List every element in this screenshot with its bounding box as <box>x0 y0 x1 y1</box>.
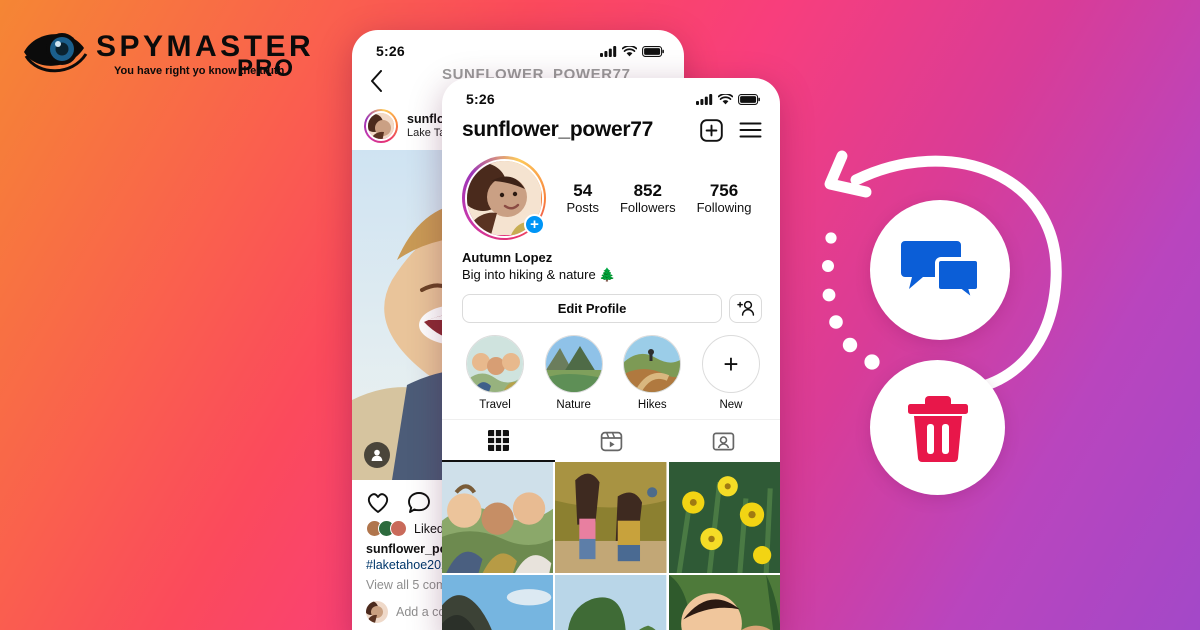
post-thumbnail <box>555 575 667 630</box>
post-thumbnail <box>668 461 780 574</box>
signal-bars-icon <box>600 45 617 57</box>
comment-icon[interactable] <box>407 491 431 514</box>
battery-icon <box>642 45 664 57</box>
profile-tab-bar <box>442 418 780 462</box>
status-time: 5:26 <box>376 43 405 59</box>
avatar-image <box>366 601 388 623</box>
avatar-image <box>368 113 394 139</box>
profile-bio: Autumn Lopez Big into hiking & nature 🌲 <box>442 240 780 284</box>
liked-by-avatars <box>366 520 407 537</box>
tab-tagged[interactable] <box>667 420 780 462</box>
stat-posts-label: Posts <box>566 200 599 216</box>
post-author-avatar-ring[interactable] <box>364 109 398 143</box>
highlight-label: Hikes <box>637 398 667 411</box>
trail-dot <box>825 232 837 244</box>
stat-followers-label: Followers <box>619 200 676 216</box>
trail-dot <box>864 354 880 370</box>
status-time: 5:26 <box>466 91 495 107</box>
grid-post-1[interactable] <box>442 461 554 574</box>
add-person-icon <box>736 301 754 317</box>
highlight-label: Nature <box>556 398 591 411</box>
grid-post-4[interactable] <box>442 575 554 630</box>
highlight-cover <box>623 334 682 393</box>
stat-posts-count: 54 <box>573 180 593 200</box>
post-thumbnail <box>442 461 554 574</box>
trail-dot <box>829 315 843 329</box>
trail-dot <box>822 260 834 272</box>
highlight-label: New <box>719 398 743 411</box>
chevron-left-icon <box>371 70 382 92</box>
grid-post-2[interactable] <box>555 461 667 574</box>
tab-reels[interactable] <box>555 420 668 462</box>
stat-group: 54 Posts 852 Followers 756 Following <box>546 181 762 216</box>
profile-stats-row: + 54 Posts 852 Followers 756 Following <box>442 152 780 240</box>
spymaster-pro-logo: SPYMASTER PRO You have right yo know the… <box>22 22 322 84</box>
highlight-image <box>624 335 681 392</box>
current-user-avatar <box>366 601 388 623</box>
highlight-travel[interactable]: Travel <box>464 334 526 411</box>
liker-avatar <box>390 520 407 537</box>
stat-followers[interactable]: 852 Followers <box>620 181 676 216</box>
highlight-image <box>545 335 602 392</box>
wifi-icon <box>718 93 733 104</box>
profile-bio-text: Big into hiking & nature 🌲 <box>462 266 616 282</box>
profile-action-buttons: Edit Profile <box>442 284 780 323</box>
profile-header: sunflower_power77 <box>442 112 780 152</box>
signal-bars-icon <box>696 93 713 105</box>
stat-following-count: 756 <box>709 180 739 200</box>
delete-trash-button[interactable] <box>870 360 1005 495</box>
person-tag-icon <box>371 449 383 461</box>
phone-front-profile-screen: 5:26 sunflower_power77 + 54 Posts 852 Fo… <box>442 78 780 630</box>
stat-posts[interactable]: 54 Posts <box>566 181 599 216</box>
stat-following[interactable]: 756 Following <box>697 181 752 216</box>
post-author-avatar[interactable] <box>366 111 396 141</box>
highlight-new[interactable]: + New <box>700 334 762 411</box>
battery-icon <box>738 93 760 105</box>
heart-icon[interactable] <box>366 491 390 514</box>
hamburger-menu-icon[interactable] <box>739 121 762 139</box>
highlight-label: Travel <box>479 398 511 411</box>
logo-svg: SPYMASTER PRO You have right yo know the… <box>24 30 311 82</box>
tab-grid[interactable] <box>442 420 555 462</box>
eye-icon <box>24 33 88 73</box>
status-bar-front: 5:26 <box>442 78 780 112</box>
highlight-hikes[interactable]: Hikes <box>621 334 683 411</box>
grid-post-3[interactable] <box>668 461 780 574</box>
highlight-image <box>467 335 523 392</box>
highlight-new-circle[interactable]: + <box>701 334 760 393</box>
logo-tagline: You have right yo know the truth <box>114 65 285 77</box>
wifi-icon <box>622 45 637 56</box>
profile-avatar[interactable]: + <box>462 156 546 240</box>
page-title: sunflower_power77 <box>462 118 653 141</box>
grid-post-6[interactable] <box>668 575 780 630</box>
trail-dot <box>842 337 858 353</box>
chat-bubbles-icon <box>901 241 979 303</box>
highlight-cover <box>466 334 524 393</box>
profile-photo-grid <box>442 461 780 630</box>
grid-post-5[interactable] <box>555 575 667 630</box>
post-thumbnail <box>668 575 780 630</box>
add-story-badge[interactable]: + <box>524 214 545 235</box>
stat-followers-count: 852 <box>633 180 662 200</box>
grid-icon <box>487 429 509 451</box>
stat-following-label: Following <box>696 200 752 216</box>
profile-display-name: Autumn Lopez <box>462 250 553 265</box>
trail-dot <box>822 288 836 302</box>
reels-icon <box>600 431 622 452</box>
story-highlights-row: Travel Nature Hikes + New <box>442 323 780 419</box>
photo-tag-badge[interactable] <box>364 442 390 468</box>
plus-square-icon[interactable] <box>700 118 723 142</box>
tagged-icon <box>712 432 735 451</box>
post-thumbnail <box>442 575 554 630</box>
highlight-nature[interactable]: Nature <box>543 334 605 411</box>
chat-recovery-button[interactable] <box>870 200 1010 340</box>
trash-bin-icon <box>907 395 968 462</box>
highlight-cover <box>544 334 603 393</box>
edit-profile-button[interactable]: Edit Profile <box>462 293 722 323</box>
status-bar-back: 5:26 <box>352 30 684 64</box>
discover-people-button[interactable] <box>729 293 762 323</box>
post-thumbnail <box>555 461 667 574</box>
plus-icon: + <box>723 348 739 379</box>
